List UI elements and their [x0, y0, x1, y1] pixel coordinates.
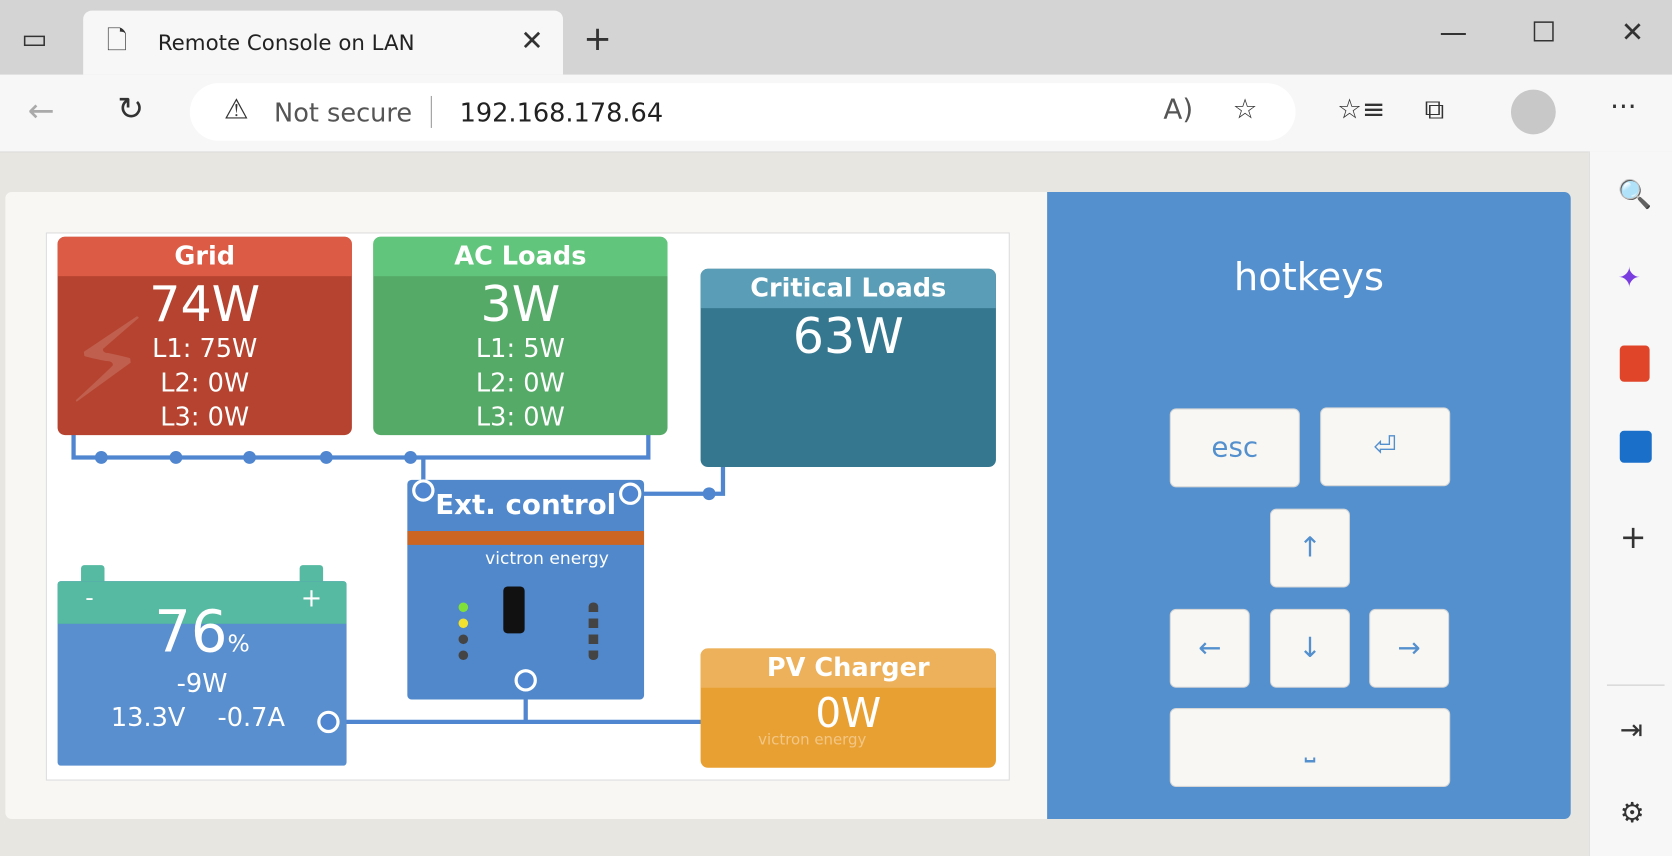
led-inverter [458, 618, 469, 629]
pylon-icon: ⚡ [66, 293, 149, 430]
critical-loads-total: 63W [792, 307, 904, 365]
battery-tile[interactable]: - + 76% -9W 13.3V -0.7A [57, 581, 347, 766]
ac-loads-l3: L3: 0W [475, 402, 565, 432]
pv-charger-tile[interactable]: PV Charger 0W victron energy [700, 648, 996, 768]
flow-dot [404, 451, 417, 464]
ac-loads-title: AC Loads [373, 236, 668, 277]
led-mains [458, 602, 469, 613]
esc-key[interactable]: esc [1169, 408, 1300, 488]
battery-voltage: 13.3V [110, 702, 186, 733]
inverter-band [407, 531, 645, 545]
flow-dot [702, 487, 716, 501]
enter-key[interactable]: ⏎ [1320, 407, 1451, 487]
flow-dot [243, 451, 256, 464]
ac-loads-l2: L2: 0W [475, 367, 565, 398]
grid-title: Grid [57, 236, 352, 277]
down-key[interactable]: ↓ [1269, 608, 1350, 688]
ac-loads-total: 3W [480, 275, 561, 333]
critical-loads-title: Critical Loads [700, 268, 996, 309]
victron-logo: victron energy [485, 548, 609, 569]
inverter-tile[interactable]: Ext. control victron energy [407, 479, 645, 700]
battery-soc-unit: % [227, 631, 250, 658]
victron-logo: victron energy [758, 731, 867, 749]
pv-charger-title: PV Charger [700, 648, 996, 688]
up-key[interactable]: ↑ [1269, 508, 1350, 588]
flow-dot [319, 451, 333, 464]
right-key[interactable]: → [1369, 608, 1450, 688]
space-key[interactable]: ⎵ [1169, 708, 1451, 787]
hotkeys-title: hotkeys [1233, 255, 1384, 300]
grid-tile[interactable]: Grid ⚡ 74W L1: 75W L2: 0W L3: 0W [57, 236, 352, 436]
led [458, 650, 469, 661]
inverter-title: Ext. control [435, 489, 617, 522]
battery-power: -9W [176, 668, 228, 699]
led [458, 634, 469, 645]
ac-loads-l1: L1: 5W [475, 333, 565, 364]
hotkeys-panel: hotkeys esc ⏎ ↑ ← ↓ → ⎵ [1047, 191, 1571, 819]
ac-loads-tile[interactable]: AC Loads 3W L1: 5W L2: 0W L3: 0W [373, 236, 668, 436]
battery-soc: 76 [154, 598, 228, 666]
left-key[interactable]: ← [1169, 608, 1250, 688]
critical-loads-tile[interactable]: Critical Loads 63W [700, 268, 996, 468]
flow-dot [169, 451, 183, 464]
battery-terminal-plus [299, 565, 324, 583]
battery-terminal-minus [81, 565, 105, 583]
power-switch [503, 586, 525, 634]
led-column [588, 602, 599, 661]
battery-current: -0.7A [217, 702, 285, 733]
flow-dot [94, 451, 108, 464]
